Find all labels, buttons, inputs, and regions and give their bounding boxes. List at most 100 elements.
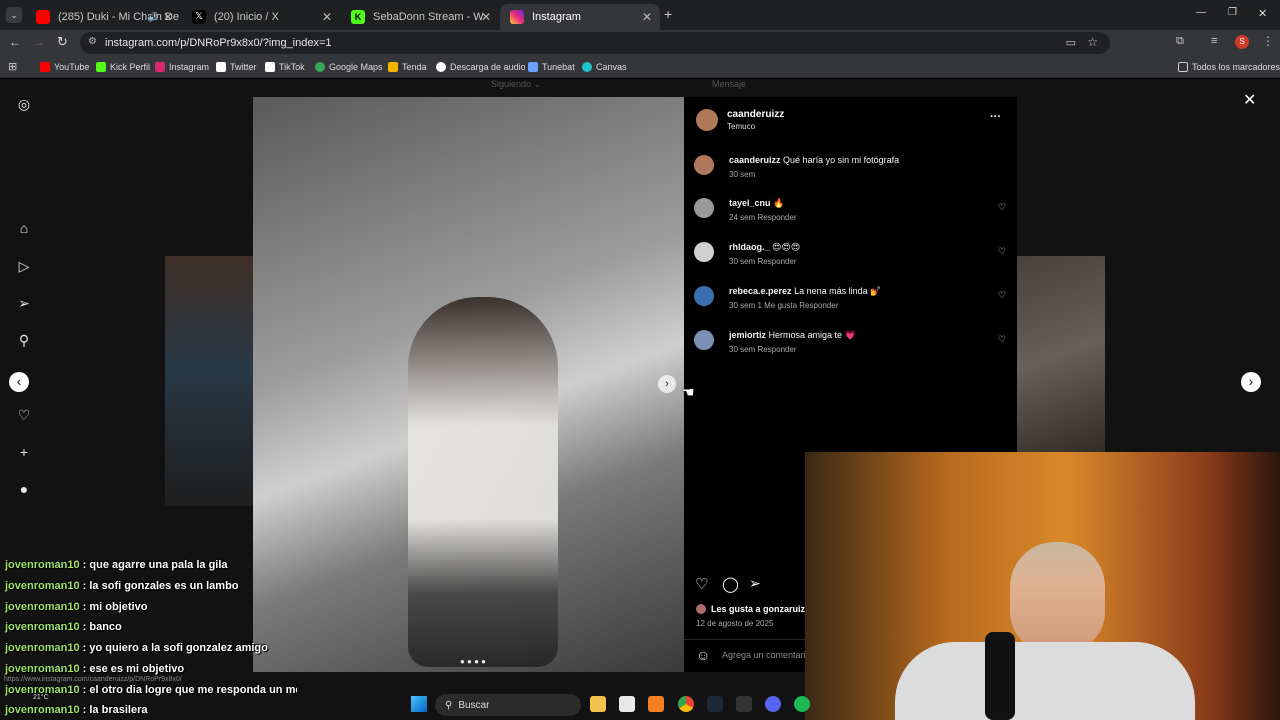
bookmark-google-maps[interactable]: Google Maps	[315, 60, 383, 74]
weather-widget[interactable]: 21°C	[33, 694, 49, 701]
kick-icon: K	[351, 10, 365, 24]
kick-icon	[96, 62, 106, 72]
epic-games-icon[interactable]	[736, 696, 752, 712]
extensions-icon[interactable]: ⧉	[1176, 35, 1184, 48]
address-bar[interactable]: ⚙ instagram.com/p/DNRoPr9x8x0/?img_index…	[80, 32, 1110, 54]
avatar[interactable]	[694, 198, 714, 218]
tab-kick[interactable]: K SebaDonn Stream - Watch Live ✕	[341, 4, 499, 30]
minimize-button[interactable]: —	[1196, 7, 1206, 18]
tab-youtube[interactable]: (285) Duki - Mi Chain De Rey 🔊 ✕	[26, 4, 181, 30]
file-explorer-icon[interactable]	[590, 696, 606, 712]
avatar[interactable]	[694, 286, 714, 306]
comment-icon[interactable]: ◯	[722, 575, 739, 593]
comment-body: Hermosa amiga te 💗	[768, 330, 856, 340]
comment-username[interactable]: jemiortiz	[729, 330, 766, 340]
create-icon[interactable]: +	[16, 444, 32, 460]
back-button[interactable]: ←	[9, 35, 21, 49]
tab-close-icon[interactable]: ✕	[642, 10, 652, 24]
profile-icon[interactable]: ●	[16, 481, 32, 497]
tab-search-button[interactable]: ⌄	[6, 7, 22, 23]
brave-icon[interactable]	[648, 696, 664, 712]
like-comment-icon[interactable]: ♡	[998, 246, 1006, 257]
search-icon[interactable]: ⚲	[16, 332, 32, 348]
site-info-icon[interactable]: ⚙	[88, 36, 97, 47]
avatar[interactable]	[694, 155, 714, 175]
bookmark-tenda[interactable]: Tenda	[388, 60, 427, 74]
chat-message: jovenroman10 : yo quiero a la sofi gonza…	[5, 642, 268, 654]
youtube-icon	[40, 62, 50, 72]
bookmark-tiktok[interactable]: TikTok	[265, 60, 305, 74]
like-comment-icon[interactable]: ♡	[998, 334, 1006, 345]
author-avatar[interactable]	[696, 109, 718, 131]
url-text: instagram.com/p/DNRoPr9x8x0/?img_index=1	[105, 37, 332, 49]
instagram-page: Siguiendo ⌄ Mensaje ◎ ⌂ ▷ ➢ ⚲ ♡ + ● ● ● …	[0, 79, 1280, 720]
post-image[interactable]: ● ● ● ●	[253, 97, 684, 672]
instagram-logo-icon[interactable]: ◎	[16, 96, 32, 112]
store-icon[interactable]	[619, 696, 635, 712]
share-icon[interactable]: ➢	[749, 575, 761, 592]
bookmark-tunebat[interactable]: Tunebat	[528, 60, 575, 74]
reload-button[interactable]: ↻	[57, 34, 68, 50]
chat-text: : que agarre una pala la gila	[82, 559, 228, 571]
carousel-next-button[interactable]: ›	[658, 375, 676, 393]
menu-kebab-icon[interactable]: ⋮	[1262, 34, 1274, 48]
post-location[interactable]: Temuco	[727, 122, 755, 131]
comment-username[interactable]: caanderuizz	[729, 155, 781, 165]
windows-start-icon[interactable]	[411, 696, 427, 712]
taskbar-search[interactable]: ⚲ Buscar	[435, 694, 581, 716]
add-comment-input[interactable]: Agrega un comentario...	[722, 650, 818, 660]
avatar[interactable]	[694, 330, 714, 350]
comment-meta: 24 sem Responder	[729, 213, 797, 222]
apps-grid-icon[interactable]: ⊞	[8, 60, 17, 73]
bookmark-canvas[interactable]: Canvas	[582, 60, 627, 74]
like-icon[interactable]: ♡	[695, 575, 708, 593]
send-icon[interactable]: ➢	[16, 295, 32, 311]
spotify-icon[interactable]	[794, 696, 810, 712]
bookmark-twitter[interactable]: Twitter	[216, 60, 257, 74]
map-pin-icon	[315, 62, 325, 72]
bookmark-star-icon[interactable]: ☆	[1087, 35, 1098, 49]
like-comment-icon[interactable]: ♡	[998, 202, 1006, 213]
likes-text[interactable]: Les gusta a gonzaruizc	[711, 604, 810, 614]
reels-icon[interactable]: ▷	[16, 258, 32, 274]
discord-icon[interactable]	[765, 696, 781, 712]
tab-close-icon[interactable]: ✕	[481, 10, 491, 24]
cast-icon[interactable]: ▭	[1066, 36, 1076, 49]
like-comment-icon[interactable]: ♡	[998, 290, 1006, 301]
next-post-preview[interactable]	[1017, 256, 1105, 452]
new-tab-button[interactable]: +	[664, 6, 672, 22]
comment-text: caanderuizz Qué haría yo sin mi fotógraf…	[729, 155, 899, 165]
bookmark-descarga-audio[interactable]: Descarga de audio	[436, 60, 526, 74]
previous-post-button[interactable]: ‹	[9, 372, 29, 392]
next-post-button[interactable]: ›	[1241, 372, 1261, 392]
author-username[interactable]: caanderuizz	[727, 109, 784, 120]
tab-close-icon[interactable]: ✕	[322, 10, 332, 24]
bookmark-youtube[interactable]: YouTube	[40, 60, 89, 74]
close-modal-button[interactable]: ✕	[1243, 90, 1256, 110]
comment-username[interactable]: rebeca.e.perez	[729, 286, 792, 296]
tab-close-icon[interactable]: ✕	[163, 10, 173, 24]
bookmark-instagram[interactable]: Instagram	[155, 60, 209, 74]
tab-instagram[interactable]: Instagram ✕	[500, 4, 660, 30]
comment-username[interactable]: rhldaog._	[729, 242, 770, 252]
bookmark-kick-perfil[interactable]: Kick Perfil	[96, 60, 150, 74]
speaker-icon[interactable]: 🔊	[148, 12, 159, 23]
heart-icon[interactable]: ♡	[16, 407, 32, 423]
emoji-icon[interactable]: ☺	[696, 647, 710, 663]
comment-username[interactable]: tayel_cnu	[729, 198, 771, 208]
media-icon[interactable]: ≡	[1211, 35, 1217, 47]
bookmark-label: TikTok	[279, 62, 305, 72]
forward-button[interactable]: →	[33, 35, 45, 49]
all-bookmarks-folder[interactable]: Todos los marcadores	[1178, 60, 1280, 74]
window-close-button[interactable]: ✕	[1258, 7, 1267, 20]
more-options-button[interactable]: ···	[990, 111, 1001, 123]
avatar[interactable]	[694, 242, 714, 262]
home-icon[interactable]: ⌂	[16, 220, 32, 236]
previous-post-preview[interactable]	[165, 256, 253, 506]
chat-username: jovenroman10	[5, 663, 80, 675]
tab-x[interactable]: 𝕏 (20) Inicio / X ✕	[182, 4, 340, 30]
restore-button[interactable]: ❐	[1228, 7, 1237, 18]
profile-avatar[interactable]: S	[1235, 35, 1249, 49]
chrome-icon[interactable]	[678, 696, 694, 712]
steam-icon[interactable]	[707, 696, 723, 712]
